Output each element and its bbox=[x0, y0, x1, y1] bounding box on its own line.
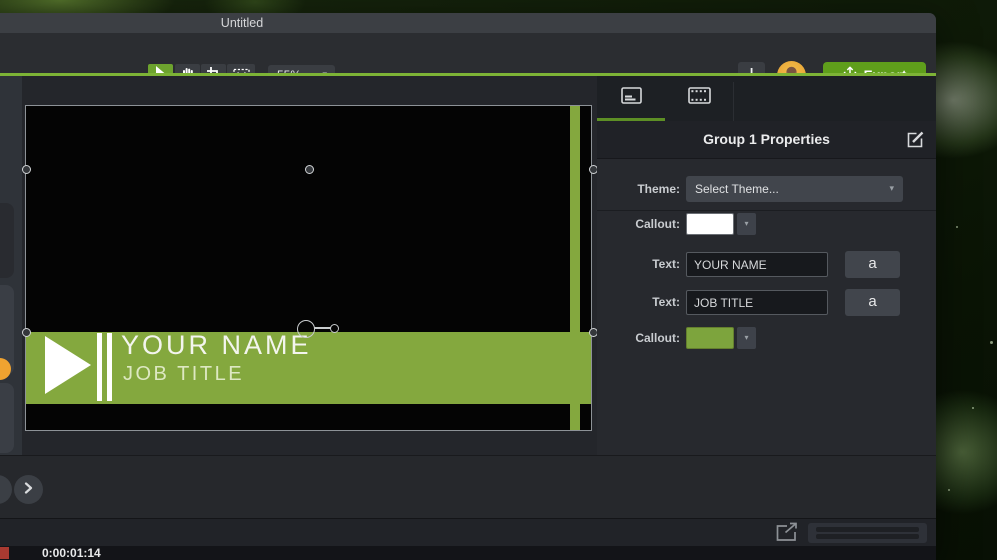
lower-third-name-text: YOUR NAME bbox=[121, 330, 312, 361]
playhead-time: 0:00:01:14 bbox=[42, 546, 101, 560]
timeline-clip-marker[interactable] bbox=[0, 547, 9, 559]
theme-select[interactable]: Select Theme... ▾ bbox=[686, 176, 903, 202]
divider-bar-graphic bbox=[97, 333, 102, 401]
tab-properties[interactable] bbox=[597, 76, 665, 121]
left-panel-item[interactable] bbox=[0, 203, 14, 278]
selection-handle-top-center[interactable] bbox=[305, 165, 314, 174]
theme-label: Theme: bbox=[597, 176, 680, 202]
text2-input[interactable] bbox=[686, 290, 828, 315]
app-window: Untitled bbox=[0, 13, 936, 560]
divider-bar-graphic bbox=[107, 333, 112, 401]
timeline-strip: 0:00:01:14 bbox=[0, 546, 936, 560]
panel-tabs bbox=[597, 76, 936, 121]
rotation-handle-knob[interactable] bbox=[330, 324, 339, 333]
chevron-right-icon bbox=[24, 481, 33, 499]
background-dot bbox=[972, 407, 974, 409]
title-bar[interactable]: Untitled bbox=[0, 13, 936, 33]
tab-media[interactable] bbox=[665, 76, 733, 121]
theme-select-value: Select Theme... bbox=[695, 182, 779, 196]
left-panel-item[interactable] bbox=[0, 383, 14, 453]
chevron-down-icon: ▾ bbox=[744, 219, 748, 228]
film-strip-icon bbox=[688, 87, 711, 109]
chevron-down-icon: ▾ bbox=[889, 176, 894, 202]
properties-panel: Group 1 Properties Theme: Select Theme..… bbox=[597, 76, 936, 456]
panel-header-title: Group 1 Properties bbox=[597, 121, 936, 158]
left-panel-edge bbox=[0, 76, 22, 456]
zoom-bar-track bbox=[816, 527, 919, 532]
background-dot bbox=[948, 489, 950, 491]
text1-input[interactable] bbox=[686, 252, 828, 277]
callout1-color-dropdown[interactable]: ▾ bbox=[737, 213, 756, 235]
rotation-handle[interactable] bbox=[297, 320, 315, 338]
zoom-bar-track bbox=[816, 534, 919, 539]
callout2-label: Callout: bbox=[597, 327, 680, 349]
video-preview[interactable]: YOUR NAME JOB TITLE bbox=[25, 105, 592, 431]
previous-frame-button[interactable] bbox=[0, 475, 12, 504]
callout2-color-dropdown[interactable]: ▾ bbox=[737, 327, 756, 349]
edit-pencil-icon[interactable] bbox=[906, 130, 925, 154]
step-forward-button[interactable] bbox=[14, 475, 43, 504]
selection-handle-top-left[interactable] bbox=[22, 165, 31, 174]
detach-window-icon[interactable] bbox=[775, 522, 799, 547]
background-dot bbox=[990, 341, 993, 344]
callout1-color-swatch[interactable] bbox=[686, 213, 734, 235]
window-title: Untitled bbox=[0, 13, 484, 33]
text1-font-button[interactable]: a bbox=[845, 251, 900, 278]
timeline-zoom-bar[interactable] bbox=[808, 523, 927, 543]
text2-label: Text: bbox=[597, 290, 680, 315]
timeline-toolbar bbox=[0, 518, 936, 546]
playback-controls: 00:00:01;14/00:00:05;00 Properties bbox=[0, 455, 936, 518]
rotation-handle-line bbox=[314, 327, 331, 329]
callout1-label: Callout: bbox=[597, 213, 680, 235]
play-triangle-graphic bbox=[45, 336, 91, 394]
background-dot bbox=[956, 226, 958, 228]
text1-label: Text: bbox=[597, 252, 680, 277]
text2-font-button[interactable]: a bbox=[845, 289, 900, 316]
canvas-toolbar: 55% ▾ ↓ Export bbox=[0, 33, 936, 73]
chevron-down-icon: ▾ bbox=[744, 333, 748, 342]
lower-third-properties-icon bbox=[621, 87, 642, 109]
selection-handle-middle-left[interactable] bbox=[22, 328, 31, 337]
tab-separator bbox=[733, 82, 734, 121]
panel-header: Group 1 Properties bbox=[597, 121, 936, 159]
screen: Untitled bbox=[0, 0, 997, 560]
lower-third-jobtitle-text: JOB TITLE bbox=[123, 363, 244, 386]
callout2-color-swatch[interactable] bbox=[686, 327, 734, 349]
panel-divider bbox=[597, 210, 936, 211]
canvas-area: YOUR NAME JOB TITLE bbox=[0, 76, 597, 456]
